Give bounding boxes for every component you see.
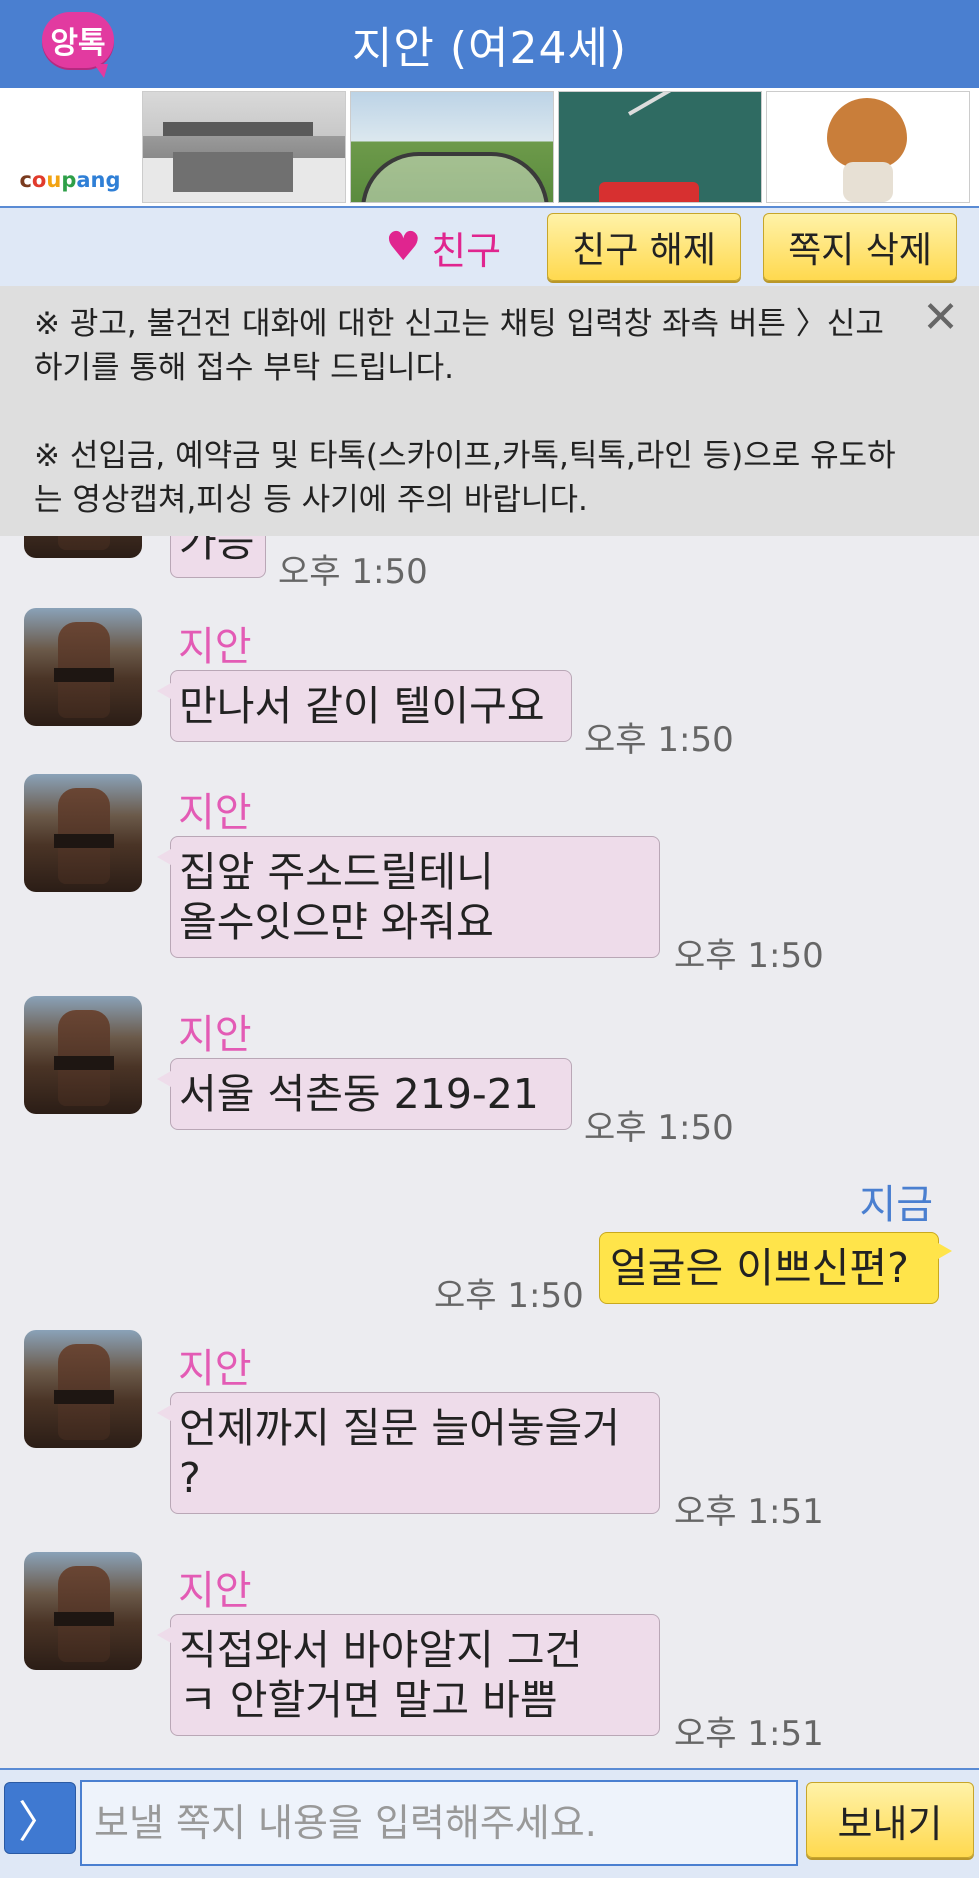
message-time: 오후 1:50 (434, 1276, 584, 1316)
message-bubble: 언제까지 질문 늘어놓을거 ? (157, 1392, 660, 1514)
avatar[interactable] (24, 774, 142, 892)
avatar[interactable] (24, 996, 142, 1114)
message-bubble: 서울 석촌동 219-21 (157, 1058, 572, 1130)
app-header: 앙톡 지안 (여24세) (0, 0, 979, 88)
send-button[interactable]: 보내기 (806, 1782, 974, 1858)
sent-status-label: 지금 (859, 1182, 933, 1228)
brand-char: c (19, 168, 32, 192)
message-bubble: 만나서 같이 텔이구요 (157, 670, 572, 742)
message-time: 오후 1:50 (584, 720, 734, 760)
logo-text: 앙톡 (50, 26, 106, 61)
sender-name: 지안 (178, 624, 252, 670)
brand-char: u (46, 168, 62, 192)
brand-char: ang (76, 168, 121, 192)
ad-product-desk[interactable] (142, 91, 346, 203)
my-message-bubble: 얼굴은 이쁘신편? (599, 1232, 952, 1304)
message-input-bar: 〉 보내기 (0, 1768, 979, 1878)
app-logo[interactable]: 앙톡 (42, 12, 114, 78)
sender-name: 지안 (178, 1568, 252, 1614)
message-time: 오후 1:50 (584, 1108, 734, 1148)
coupang-logo[interactable]: c o u p ang (0, 88, 140, 206)
sender-name: 지안 (178, 790, 252, 836)
avatar[interactable] (24, 1330, 142, 1448)
sender-name: 지안 (178, 1012, 252, 1058)
message-time: 오후 1:51 (674, 1714, 824, 1754)
close-icon[interactable]: ✕ (922, 296, 959, 340)
ad-product-radio[interactable] (558, 91, 762, 203)
ad-banner[interactable]: c o u p ang (0, 88, 979, 206)
ad-product-dog-figurine[interactable] (766, 91, 970, 203)
message-bubble: 직접와서 바야알지 그건 ㅋ 안할거면 말고 바쁨 (157, 1614, 660, 1736)
heart-icon: ♥ (385, 224, 422, 270)
warning-notice: ※ 광고, 불건전 대화에 대한 신고는 채팅 입력창 좌측 버튼 〉신고하기를… (0, 286, 979, 536)
friend-status: ♥ 친구 (385, 220, 501, 275)
message-input[interactable] (80, 1780, 798, 1866)
avatar[interactable] (24, 1552, 142, 1670)
friend-status-label: 친구 (431, 228, 502, 273)
avatar[interactable] (24, 608, 142, 726)
chat-message-list[interactable]: 가능 오후 1:50 지안 만나서 같이 텔이구요 오후 1:50 지안 집앞 … (0, 536, 979, 1768)
chevron-right-icon[interactable]: 〉 (4, 1782, 76, 1854)
message-bubble: 가능 (170, 536, 266, 578)
friend-action-bar: ♥ 친구 친구 해제 쪽지 삭제 (0, 206, 979, 286)
unfriend-button[interactable]: 친구 해제 (547, 213, 742, 281)
avatar[interactable] (24, 536, 142, 558)
brand-char: p (61, 168, 77, 192)
ad-product-tent[interactable] (350, 91, 554, 203)
message-bubble: 집앞 주소드릴테니 올수잇으먄 와줘요 (157, 836, 660, 958)
sender-name: 지안 (178, 1346, 252, 1392)
notice-line-scam: ※ 선입금, 예약금 및 타톡(스카이프,카톡,틱톡,라인 등)으로 유도하는 … (34, 438, 896, 518)
chat-partner-title: 지안 (여24세) (351, 23, 628, 74)
message-time: 오후 1:51 (674, 1492, 824, 1532)
message-time: 오후 1:50 (674, 936, 824, 976)
delete-message-button[interactable]: 쪽지 삭제 (763, 213, 957, 281)
brand-char: o (31, 168, 47, 192)
message-time: 오후 1:50 (278, 552, 428, 592)
notice-line-report: ※ 광고, 불건전 대화에 대한 신고는 채팅 입력창 좌측 버튼 〉신고하기를… (34, 306, 884, 386)
